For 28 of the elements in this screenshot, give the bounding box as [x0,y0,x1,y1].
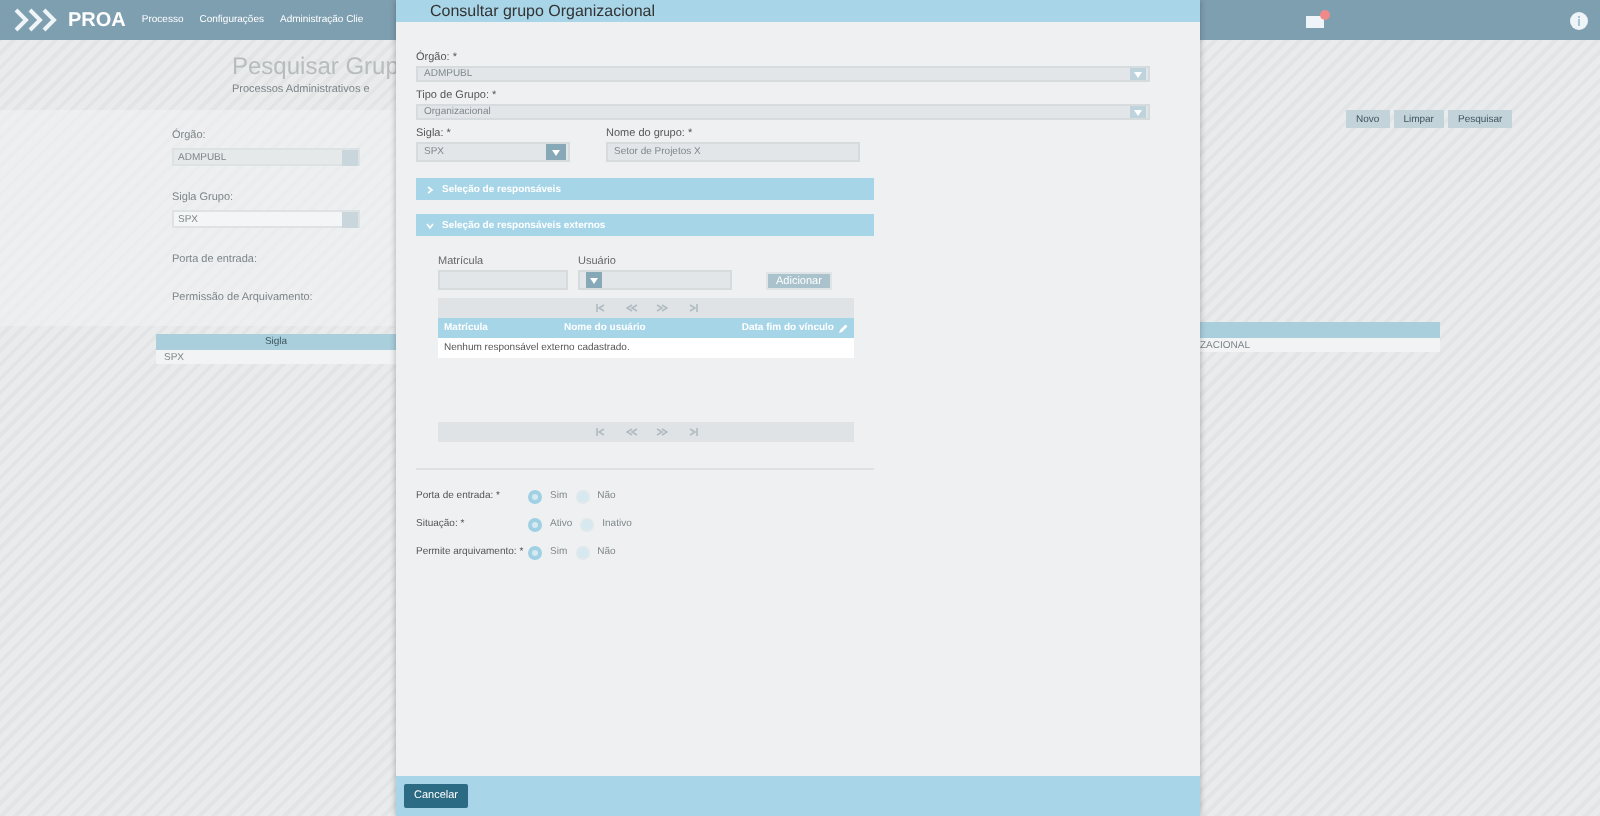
logo-icon [12,8,60,32]
modal-title: Consultar grupo Organizacional [396,0,1200,22]
first-page-icon[interactable] [595,304,607,312]
caret-icon [1134,109,1142,115]
caret-icon [552,149,560,155]
previous-page-icon[interactable] [625,428,637,436]
chevron-down-icon [426,221,434,229]
select-field[interactable] [578,270,732,290]
envelope-icon[interactable] [1306,10,1330,30]
next-page-icon[interactable] [655,428,667,436]
radio-button[interactable] [575,489,590,503]
radio-button[interactable] [528,489,542,503]
radio-button[interactable] [580,517,595,531]
caret-icon [1134,71,1142,77]
chevron-right-icon [426,185,434,193]
input-field[interactable] [438,270,568,290]
previous-page-icon[interactable] [625,304,637,312]
radio-button[interactable] [575,545,590,559]
radio-button[interactable] [528,517,542,531]
caret-icon [590,277,598,283]
last-page-icon[interactable] [685,428,697,436]
info-icon[interactable] [1570,11,1588,29]
pencil-icon [838,323,848,333]
radio-button[interactable] [528,545,542,559]
last-page-icon[interactable] [685,304,697,312]
first-page-icon[interactable] [595,428,607,436]
next-page-icon[interactable] [655,304,667,312]
app-logo-text: PROA [68,9,126,31]
